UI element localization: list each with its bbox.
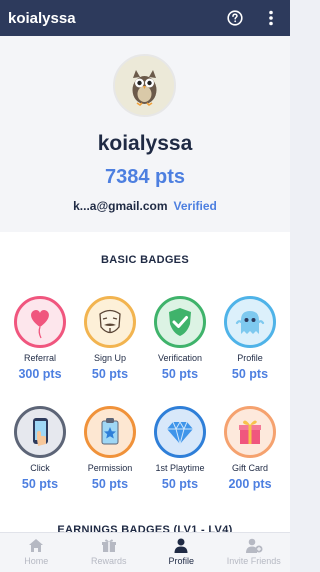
more-options-button[interactable] (260, 7, 282, 29)
badge-label: Sign Up (93, 353, 127, 363)
gift-icon (239, 420, 261, 444)
basic-badges-title: BASIC BADGES (101, 254, 189, 266)
avatar[interactable] (113, 54, 176, 117)
badge-points: 200 pts (228, 477, 272, 491)
tab-profile[interactable]: Profile (145, 533, 218, 572)
badges-section: BASIC BADGES Referral 300 pts Sign Up 50… (0, 232, 290, 536)
badge-label: Verification (157, 353, 203, 363)
diamond-icon (167, 420, 193, 446)
person-icon (174, 538, 188, 553)
badge-referral[interactable]: Referral 300 pts (5, 296, 75, 381)
tab-rewards[interactable]: Rewards (73, 533, 146, 572)
badge-icon-wrap (84, 406, 136, 458)
badge-icon-wrap (224, 296, 276, 348)
tab-invite-friends[interactable]: Invite Friends (218, 533, 291, 572)
badge-profile[interactable]: Profile 50 pts (215, 296, 285, 381)
badge-icon-wrap (224, 406, 276, 458)
badge-label: 1st Playtime (155, 463, 205, 473)
badge-points: 50 pts (161, 477, 199, 491)
help-button[interactable] (224, 7, 246, 29)
badge-label: Gift Card (231, 463, 268, 473)
email-text: k...a@gmail.com (73, 199, 168, 213)
ghost-icon (235, 311, 265, 334)
help-icon (227, 10, 243, 26)
home-icon (29, 539, 44, 552)
app-bar-title: koialyssa (8, 9, 76, 27)
badge-icon-wrap (84, 296, 136, 348)
bottom-tab-bar: Home Rewards Profile Invite Friends (0, 532, 290, 572)
more-vertical-icon (269, 10, 273, 26)
points-balance: 7384 pts (104, 166, 186, 188)
badge-points: 50 pts (21, 477, 59, 491)
badge-label: Permission (87, 463, 133, 473)
badge-points: 50 pts (91, 477, 129, 491)
badge-click[interactable]: Click 50 pts (5, 406, 75, 491)
badge-icon-wrap (154, 296, 206, 348)
badge-label: Click (30, 463, 50, 473)
badge-first-playtime[interactable]: 1st Playtime 50 pts (145, 406, 215, 491)
tab-label: Profile (168, 556, 194, 566)
phone-tap-icon (33, 418, 48, 446)
profile-username: koialyssa (97, 132, 193, 155)
badge-label: Referral (23, 353, 56, 363)
badge-verification[interactable]: Verification 50 pts (145, 296, 215, 381)
tab-label: Home (24, 556, 49, 566)
invite-user-icon (245, 538, 263, 553)
verified-status: Verified (173, 199, 217, 213)
tab-label: Rewards (90, 556, 127, 566)
shield-check-icon (169, 308, 191, 336)
top-app-bar: koialyssa (0, 0, 290, 36)
badge-icon-wrap (154, 406, 206, 458)
badge-icon-wrap (14, 296, 66, 348)
badge-points: 300 pts (18, 367, 62, 381)
badge-gift-card[interactable]: Gift Card 200 pts (215, 406, 285, 491)
badge-icon-wrap (14, 406, 66, 458)
badge-points: 50 pts (231, 367, 269, 381)
email-row: k...a@gmail.com Verified (0, 199, 290, 213)
owl-avatar-icon (115, 56, 174, 115)
balloon-heart-icon (31, 309, 49, 339)
badge-label: Profile (237, 353, 263, 363)
clipboard-star-icon (101, 418, 119, 445)
anonymous-mask-icon (99, 309, 121, 334)
badge-points: 50 pts (161, 367, 199, 381)
tab-home[interactable]: Home (0, 533, 73, 572)
tab-label: Invite Friends (226, 556, 281, 566)
badge-sign-up[interactable]: Sign Up 50 pts (75, 296, 145, 381)
gift-icon (101, 539, 116, 552)
badge-points: 50 pts (91, 367, 129, 381)
profile-summary: koialyssa 7384 pts k...a@gmail.com Verif… (0, 36, 290, 232)
badge-permission[interactable]: Permission 50 pts (75, 406, 145, 491)
